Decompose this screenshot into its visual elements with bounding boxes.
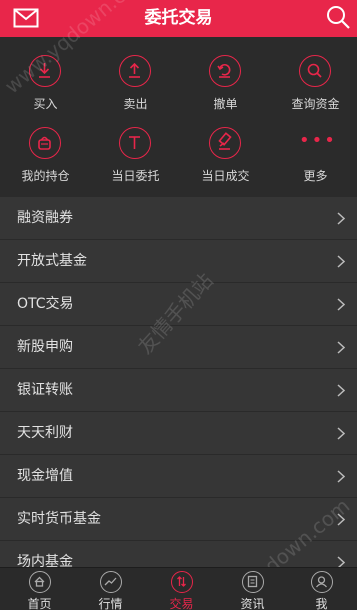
list-item-label: 天天利财: [17, 425, 73, 441]
list-item-bank-transfer[interactable]: 银证转账: [0, 369, 357, 412]
tab-trade[interactable]: 交易: [146, 568, 217, 610]
list-item-label: 银证转账: [17, 382, 73, 398]
profile-icon: [311, 571, 333, 593]
list-item-exchange-fund[interactable]: 场内基金: [0, 541, 357, 567]
list-item-daily-wealth[interactable]: 天天利财: [0, 412, 357, 455]
chevron-right-icon: [337, 384, 345, 397]
tab-label: 资讯: [240, 597, 265, 610]
top-bar: 委托交易: [0, 0, 357, 37]
list-item-label: 开放式基金: [17, 253, 87, 269]
tab-news[interactable]: 资讯: [217, 568, 288, 610]
list-item-label: 现金增值: [17, 468, 73, 484]
query-funds-icon: [299, 55, 331, 87]
tab-label: 首页: [27, 597, 52, 610]
bottom-tab-bar: 首页 行情 交易 资讯 我: [0, 567, 357, 610]
tab-profile[interactable]: 我: [286, 568, 357, 610]
chevron-right-icon: [337, 341, 345, 354]
chevron-right-icon: [337, 513, 345, 526]
chevron-right-icon: [337, 255, 345, 268]
chevron-right-icon: [337, 427, 345, 440]
tile-today-orders[interactable]: 当日委托: [91, 109, 180, 183]
chevron-right-icon: [337, 212, 345, 225]
tile-cancel[interactable]: 撤单: [181, 37, 270, 111]
tile-today-deals[interactable]: 当日成交: [181, 109, 270, 183]
tab-label: 我: [315, 597, 328, 610]
list-item-money-fund[interactable]: 实时货币基金: [0, 498, 357, 541]
page-title: 委托交易: [144, 8, 213, 28]
tile-label: 当日委托: [111, 169, 160, 183]
sell-upload-icon: [119, 55, 151, 87]
chevron-right-icon: [337, 298, 345, 311]
trade-icon: [171, 571, 193, 593]
list-item-otc[interactable]: OTC交易: [0, 283, 357, 326]
chevron-right-icon: [337, 556, 345, 567]
tab-label: 行情: [98, 597, 123, 610]
tile-label: 更多: [303, 169, 328, 183]
list-item-label: OTC交易: [17, 296, 74, 312]
list-item-ipo[interactable]: 新股申购: [0, 326, 357, 369]
search-icon[interactable]: [325, 4, 351, 30]
tile-buy[interactable]: 买入: [1, 37, 90, 111]
today-orders-icon: [119, 127, 151, 159]
holdings-bag-icon: [29, 127, 61, 159]
list-item-label: 融资融券: [17, 210, 73, 226]
tab-label: 交易: [169, 597, 194, 610]
tile-more[interactable]: ••• 更多: [271, 109, 357, 184]
tab-home[interactable]: 首页: [4, 568, 75, 610]
tab-market[interactable]: 行情: [75, 568, 146, 610]
list-item-margin-trading[interactable]: 融资融券: [0, 197, 357, 240]
market-chart-icon: [100, 571, 122, 593]
today-deals-icon: [209, 127, 241, 159]
tile-holdings[interactable]: 我的持仓: [1, 109, 90, 183]
tile-label: 当日成交: [201, 169, 250, 183]
chevron-right-icon: [337, 470, 345, 483]
news-icon: [242, 571, 264, 593]
tile-query-funds[interactable]: 查询资金: [271, 37, 357, 111]
list-item-label: 场内基金: [17, 554, 73, 567]
list-item-cash-plus[interactable]: 现金增值: [0, 455, 357, 498]
home-icon: [29, 571, 51, 593]
tile-label: 我的持仓: [21, 169, 70, 183]
more-dots-icon: •••: [299, 130, 337, 151]
list-item-open-fund[interactable]: 开放式基金: [0, 240, 357, 283]
cancel-order-icon: [209, 55, 241, 87]
list-item-label: 新股申购: [17, 339, 73, 355]
function-grid: 买入 卖出 撤单 查询资金 我的持仓 当日委托 当日成交 ••• 更多: [0, 37, 357, 193]
buy-download-icon: [29, 55, 61, 87]
tile-sell[interactable]: 卖出: [91, 37, 180, 111]
list-item-label: 实时货币基金: [17, 511, 101, 527]
trade-menu-list: 融资融券 开放式基金 OTC交易 新股申购 银证转账 天天利财 现金增值 实时货…: [0, 197, 357, 567]
